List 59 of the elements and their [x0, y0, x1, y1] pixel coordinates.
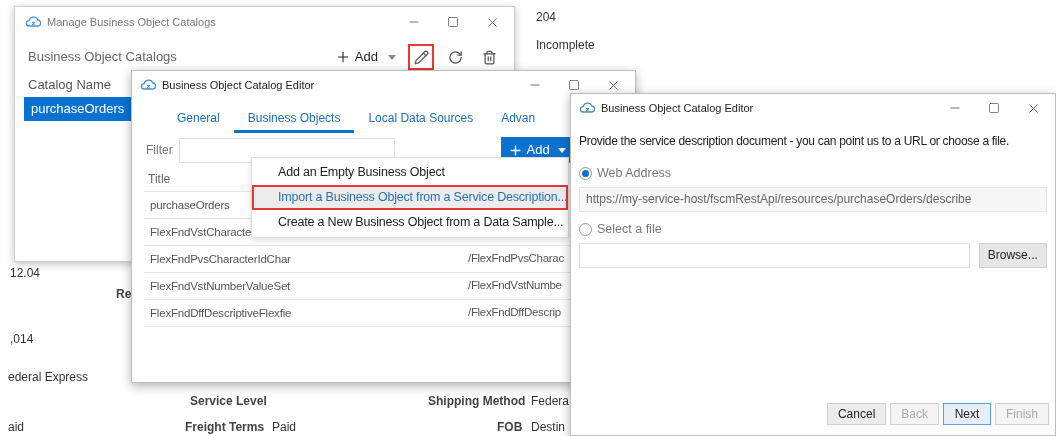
- wizard-button[interactable]: Next: [943, 403, 991, 425]
- menu-item[interactable]: Create a New Business Object from a Data Sample...: [252, 210, 568, 235]
- background-text: ederal Express: [8, 369, 89, 386]
- browse-button[interactable]: Browse...: [978, 242, 1047, 268]
- caret-icon: [388, 54, 396, 60]
- add-button[interactable]: Add: [330, 44, 400, 70]
- background-text: Incomplete: [536, 37, 595, 54]
- caret-icon: [557, 147, 566, 153]
- background-text: Destin: [531, 419, 565, 436]
- background-text: ,014: [10, 331, 34, 348]
- table-cell-text: /FlexFndDffDescrip: [468, 305, 561, 321]
- table-cell: FlexFndVstNumberValueSet: [150, 279, 291, 292]
- instructions-text: Provide the service description document - you can point us to a URL or choose a file.: [579, 133, 1010, 150]
- background-text: 12.04: [10, 265, 41, 282]
- radio-label: Web Address: [597, 165, 672, 182]
- table-cell: FlexFndVstCharacte: [150, 225, 252, 238]
- table-cell: FlexFndPvsCharacterIdChar: [150, 252, 291, 265]
- window-title: Manage Business Object Catalogs: [47, 14, 216, 30]
- radio-label: Select a file: [597, 220, 662, 238]
- background-text: Shipping Method: [428, 393, 526, 410]
- table-cell: FlexFndDffDescriptiveFlexfie: [150, 306, 292, 319]
- background-text: FOB: [497, 419, 523, 436]
- tab[interactable]: Business Objects: [233, 105, 355, 133]
- maximize-icon[interactable]: [988, 102, 1000, 114]
- filter-label: Filter: [146, 142, 173, 159]
- wizard-button[interactable]: Cancel: [826, 403, 887, 425]
- background-text: 204: [536, 9, 557, 26]
- tab[interactable]: General: [163, 105, 234, 133]
- background-text: Federa: [531, 393, 570, 410]
- url-field[interactable]: https://my-service-host/fscmRestApi/resources/purchaseOrders/describe: [579, 186, 1047, 212]
- cloud-icon: [579, 102, 595, 114]
- section-heading: Business Object Catalogs: [28, 48, 177, 67]
- column-header: Title: [148, 171, 171, 188]
- window-title: Business Object Catalog Editor: [601, 100, 754, 116]
- column-header: Catalog Name: [27, 76, 113, 95]
- table-cell: purchaseOrders: [150, 198, 230, 211]
- background-text: Paid: [272, 419, 297, 436]
- menu-item[interactable]: Add an Empty Business Object: [252, 160, 568, 185]
- cloud-icon: [140, 79, 156, 91]
- table-cell-text: /FlexFndVstNumbe: [468, 278, 562, 294]
- background-text: Freight Terms: [185, 419, 265, 436]
- tab[interactable]: Advan: [487, 105, 536, 133]
- maximize-icon[interactable]: [447, 16, 459, 28]
- pencil-icon: [413, 49, 429, 65]
- file-field[interactable]: [579, 242, 970, 268]
- radio-button[interactable]: [579, 222, 592, 236]
- background-text: aid: [8, 419, 24, 436]
- window-title: Business Object Catalog Editor: [162, 77, 315, 93]
- cloud-icon: [25, 16, 41, 28]
- tab[interactable]: Local Data Sources: [354, 105, 488, 133]
- background-text: Re: [116, 286, 132, 303]
- catalog-row[interactable]: purchaseOrders: [24, 97, 131, 121]
- refresh-icon: [447, 49, 463, 65]
- edit-button[interactable]: [408, 44, 434, 70]
- maximize-icon[interactable]: [568, 79, 580, 91]
- background-text: Service Level: [190, 393, 267, 410]
- table-cell-text: /FlexFndPvsCharac: [468, 251, 564, 267]
- radio-button[interactable]: [579, 166, 592, 180]
- trash-icon: [481, 49, 497, 65]
